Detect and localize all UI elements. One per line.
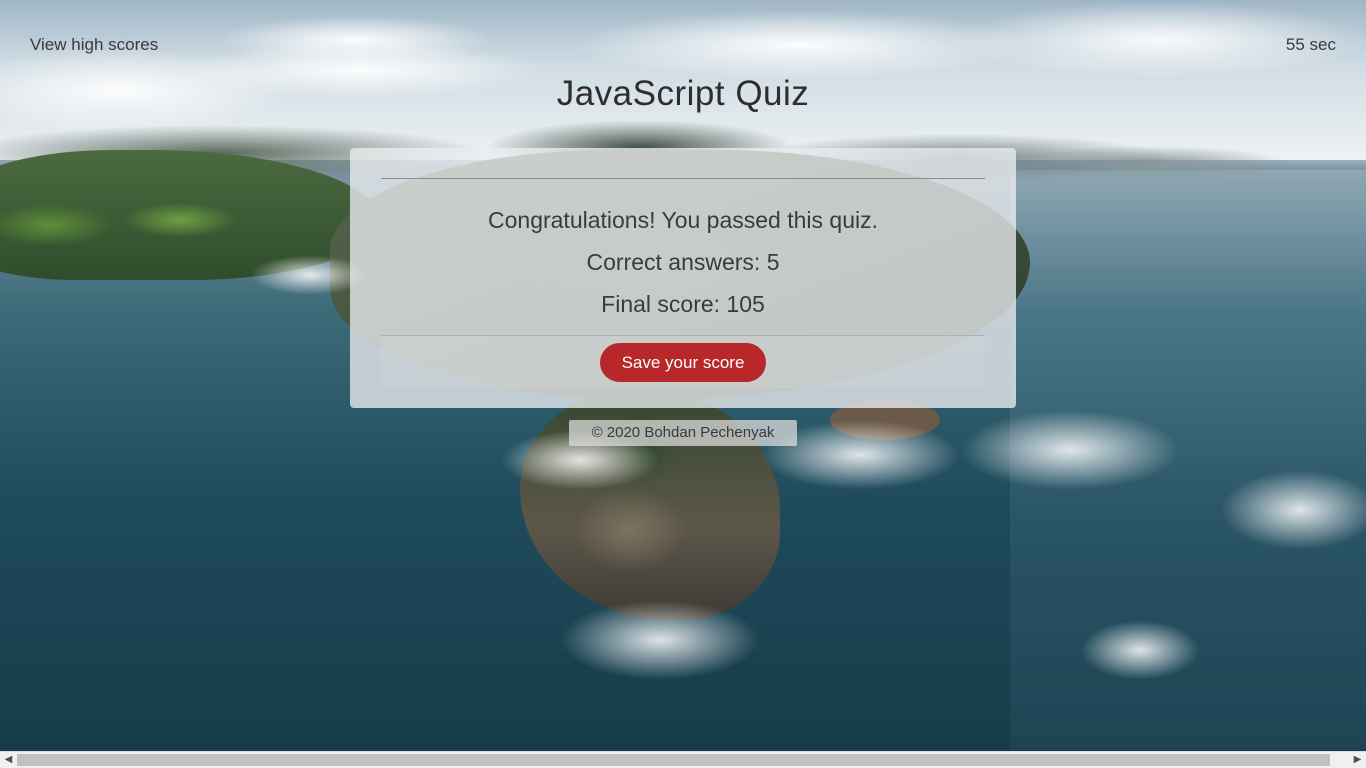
scroll-right-icon[interactable]: ▶	[1349, 752, 1366, 768]
background-surf	[1080, 620, 1200, 680]
save-score-button[interactable]: Save your score	[600, 343, 766, 382]
background-surf	[960, 410, 1180, 490]
horizontal-scrollbar[interactable]: ◀ ▶	[0, 751, 1366, 768]
scrollbar-thumb[interactable]	[17, 754, 1330, 766]
correct-answers-text: Correct answers: 5	[586, 249, 780, 275]
page-title: JavaScript Quiz	[556, 74, 810, 113]
quiz-timer: 55 sec	[1285, 35, 1336, 54]
scroll-left-icon[interactable]: ◀	[0, 752, 17, 768]
final-score-text: Final score: 105	[601, 291, 765, 317]
background-surf	[1220, 470, 1366, 550]
background-surf	[560, 600, 760, 680]
card-divider	[381, 178, 985, 179]
copyright-notice: © 2020 Bohdan Pechenyak	[569, 420, 797, 446]
result-card: Congratulations! You passed this quiz. C…	[350, 148, 1016, 408]
view-high-scores-link[interactable]: View high scores	[30, 35, 158, 55]
result-message: Congratulations! You passed this quiz.	[488, 207, 878, 233]
